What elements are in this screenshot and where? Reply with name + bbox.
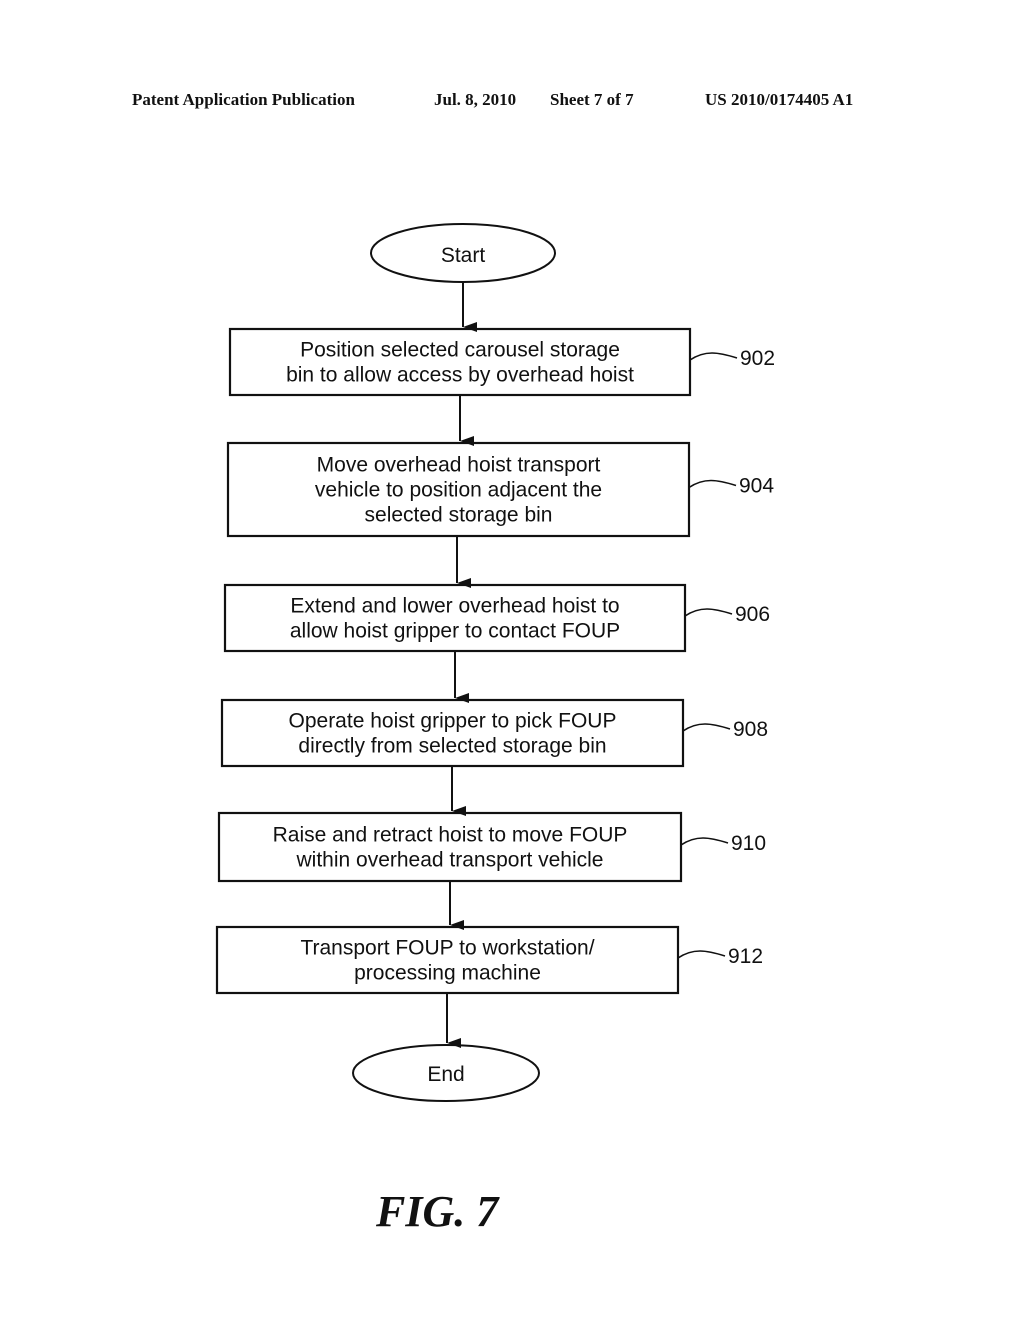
reference-number: 908 (733, 718, 768, 741)
reference-number: 902 (740, 347, 775, 370)
reference-leader-line (688, 479, 737, 489)
reference-number: 910 (731, 832, 766, 855)
step-text-line: within overhead transport vehicle (295, 849, 603, 872)
step-908: Operate hoist gripper to pick FOUPdirect… (220, 698, 768, 768)
reference-leader-line (677, 950, 726, 959)
step-text-line: Move overhead hoist transport (317, 454, 601, 477)
step-906: Extend and lower overhead hoist toallow … (223, 583, 770, 653)
reference-leader-line (682, 723, 731, 732)
step-text-line: Extend and lower overhead hoist to (290, 595, 619, 618)
step-text-line: allow hoist gripper to contact FOUP (290, 620, 620, 643)
figure-label: FIG. 7 (376, 1187, 499, 1236)
step-text-line: directly from selected storage bin (298, 735, 606, 758)
step-904: Move overhead hoist transportvehicle to … (226, 441, 774, 538)
step-text-line: processing machine (354, 962, 541, 985)
flowchart: Start Position selected carousel storage… (215, 223, 775, 1102)
reference-leader-line (680, 837, 729, 846)
end-terminal: End (352, 1044, 540, 1102)
reference-leader-line (684, 608, 733, 617)
step-text-line: Raise and retract hoist to move FOUP (273, 824, 628, 847)
reference-number: 906 (735, 603, 770, 626)
step-910: Raise and retract hoist to move FOUPwith… (217, 811, 766, 883)
reference-number: 904 (739, 475, 774, 498)
step-text-line: Position selected carousel storage (300, 339, 620, 362)
step-text-line: selected storage bin (365, 504, 553, 527)
step-text-line: Operate hoist gripper to pick FOUP (289, 710, 617, 733)
start-label: Start (441, 244, 486, 267)
start-terminal: Start (370, 223, 556, 283)
step-902: Position selected carousel storagebin to… (228, 327, 775, 397)
step-text-line: bin to allow access by overhead hoist (286, 364, 634, 387)
step-text-line: Transport FOUP to workstation/ (300, 937, 594, 960)
step-912: Transport FOUP to workstation/processing… (215, 925, 763, 995)
process-steps: Position selected carousel storagebin to… (215, 327, 775, 995)
reference-leader-line (689, 352, 738, 361)
reference-number: 912 (728, 945, 763, 968)
end-label: End (427, 1063, 464, 1086)
step-text-line: vehicle to position adjacent the (315, 479, 602, 502)
